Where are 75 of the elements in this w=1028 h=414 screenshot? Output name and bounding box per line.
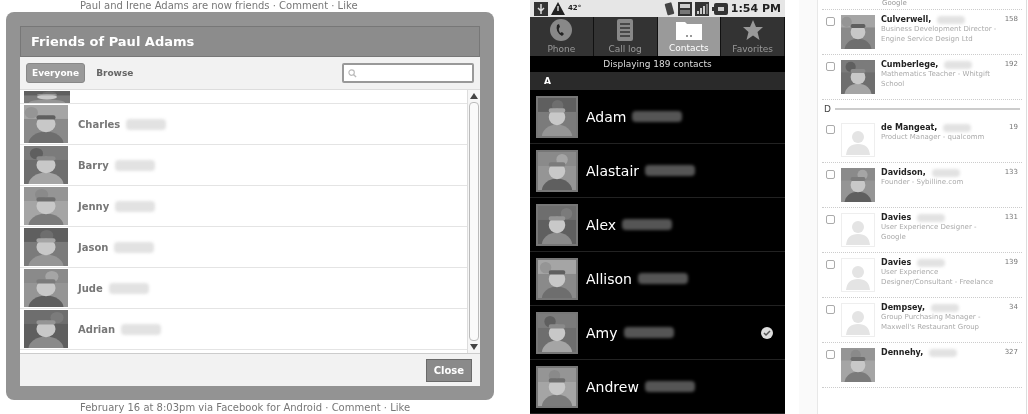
blurred-surname (115, 200, 156, 212)
blurred-surname (943, 123, 972, 132)
contacts-tab[interactable]: Call log (593, 17, 658, 56)
contact-name[interactable]: Davies (881, 213, 912, 222)
contact-name[interactable]: Andrew (586, 378, 639, 395)
contact-name[interactable]: de Mangeat, (881, 123, 938, 132)
checkbox[interactable] (826, 305, 835, 314)
contact-name[interactable]: Allison (586, 270, 632, 287)
avatar-placeholder-icon (841, 123, 875, 157)
blurred-surname (108, 282, 149, 294)
section-letter: D (824, 104, 831, 114)
blurred-surname (121, 323, 162, 335)
search-field[interactable] (342, 63, 474, 83)
blurred-surname (638, 273, 688, 284)
checkbox[interactable] (826, 125, 835, 134)
friend-name[interactable]: Charles (78, 118, 121, 130)
avatar-placeholder-icon (841, 303, 875, 337)
blurred-surname (917, 258, 946, 267)
checkbox[interactable] (826, 170, 835, 179)
contact-name[interactable]: Culverwell, (881, 15, 932, 24)
contacts-tab[interactable]: Favorites (721, 17, 785, 56)
blurred-surname (114, 241, 155, 253)
star-icon (741, 19, 764, 42)
section-header: A (530, 72, 785, 90)
friend-name[interactable]: Adrian (78, 323, 116, 335)
contact-name[interactable]: Davidson, (881, 168, 926, 177)
friend-name[interactable]: Jenny (78, 200, 110, 212)
blurred-surname (917, 213, 946, 222)
contact-name[interactable]: Adam (586, 108, 627, 125)
contact-name[interactable]: Amy (586, 324, 618, 341)
contact-name[interactable]: Dennehy, (881, 348, 924, 357)
friend-name[interactable]: Jason (78, 241, 109, 253)
contact-name[interactable]: Alex (586, 216, 617, 233)
blurred-surname (931, 168, 960, 177)
feed-text: Paul and Irene Adams are now friends · Comment · Like (80, 0, 358, 11)
signal-icon (694, 1, 709, 16)
contact-name[interactable]: Davies (881, 258, 912, 267)
friend-name[interactable]: Jude (78, 282, 103, 294)
checkbox[interactable] (826, 260, 835, 269)
checkbox[interactable] (826, 350, 835, 359)
blurred-surname (114, 159, 155, 171)
clock: 1:54 PM (730, 2, 781, 16)
blurred-surname (632, 111, 683, 122)
dialog-title: Friends of Paul Adams (20, 26, 480, 57)
blurred-surname (644, 381, 695, 392)
friend-name[interactable]: Barry (78, 159, 109, 171)
blurred-surname (623, 327, 674, 338)
phone-icon (550, 19, 573, 42)
checkbox[interactable] (826, 215, 835, 224)
network-icon (677, 1, 692, 16)
blurred-surname (930, 303, 959, 312)
contact-name[interactable]: Dempsey, (881, 303, 925, 312)
filter-tab[interactable]: Browse (91, 64, 139, 82)
contacts-tab[interactable]: Phone (530, 17, 594, 56)
battery-icon (711, 2, 728, 15)
blurred-surname (937, 15, 966, 24)
blurred-surname (929, 348, 958, 357)
avatar-placeholder-icon (841, 258, 875, 292)
checkbox[interactable] (826, 17, 835, 26)
checkbox[interactable] (826, 62, 835, 71)
blurred-surname (126, 118, 167, 130)
blurred-surname (944, 60, 973, 69)
list-icon (617, 19, 634, 42)
blurred-surname (622, 219, 673, 230)
contact-name[interactable]: Alastair (586, 162, 640, 179)
scroll-up-icon[interactable] (470, 93, 478, 99)
feed-text: February 16 at 8:03pm via Facebook for Android · Comment · Like (80, 402, 411, 413)
contact-name[interactable]: Cumberlege, (881, 60, 939, 69)
blurred-surname (645, 165, 696, 176)
search-icon (348, 68, 357, 78)
avatar-placeholder-icon (841, 213, 875, 247)
scroll-down-icon[interactable] (470, 344, 478, 350)
vibrate-icon (662, 1, 675, 16)
folder-icon (675, 20, 702, 41)
scrollbar[interactable] (467, 90, 480, 353)
